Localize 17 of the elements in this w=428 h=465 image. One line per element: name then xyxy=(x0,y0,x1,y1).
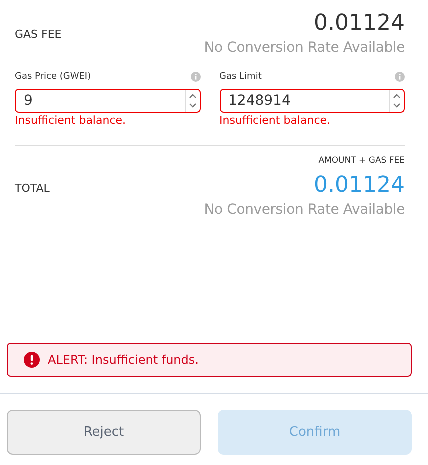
conversion-note: No Conversion Rate Available xyxy=(204,39,405,58)
number-input[interactable]: 1248914 xyxy=(220,89,405,113)
total-caption: AMOUNT + GAS FEE xyxy=(318,156,405,166)
field-label: Gas Price (GWEI) xyxy=(15,72,92,82)
field-label: Gas Limit xyxy=(220,72,262,82)
number-input[interactable]: 9 xyxy=(15,89,200,113)
gas-fee-label: GAS FEE xyxy=(15,28,62,41)
alert-text: ALERT: Insufficient funds. xyxy=(48,353,199,367)
total-amount: 0.01124 xyxy=(314,172,405,200)
alert-icon xyxy=(24,352,40,368)
spinner-icon[interactable] xyxy=(184,90,200,112)
conversion-note: No Conversion Rate Available xyxy=(204,201,405,220)
error-message: Insufficient balance. xyxy=(220,114,332,127)
gas-fee-amount: 0.01124 xyxy=(314,10,405,38)
error-message: Insufficient balance. xyxy=(15,114,128,127)
total-label: TOTAL xyxy=(15,182,50,195)
reject-button[interactable]: Reject xyxy=(7,410,201,455)
